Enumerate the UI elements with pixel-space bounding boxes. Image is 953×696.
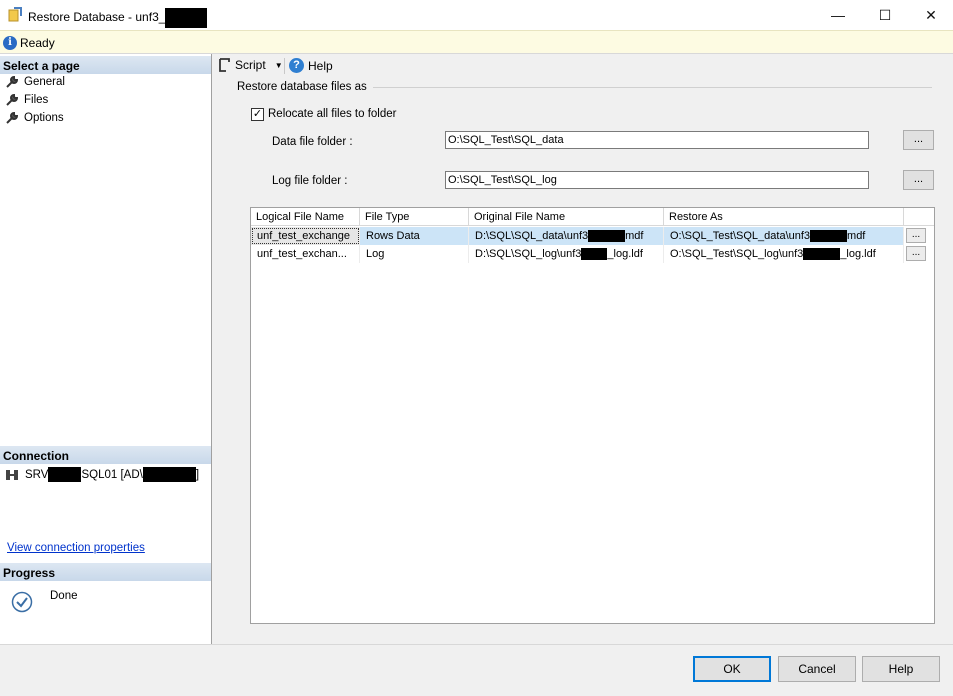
cancel-button[interactable]: Cancel: [778, 656, 856, 682]
wrench-icon: [6, 93, 19, 106]
data-folder-browse-button[interactable]: ...: [903, 130, 934, 150]
view-connection-properties-link[interactable]: View connection properties: [7, 542, 145, 554]
minimize-button[interactable]: —: [815, 0, 861, 30]
logical-name-cell[interactable]: unf_test_exchange: [251, 227, 360, 245]
restore-as-cell[interactable]: O:\SQL_Test\SQL_log\unf3 _log.ldf: [664, 245, 904, 263]
page-item-label: General: [24, 76, 65, 88]
toolbar-separator: [284, 58, 285, 74]
left-pane: Select a page General Files Options Conn…: [0, 54, 212, 644]
data-folder-input[interactable]: O:\SQL_Test\SQL_data: [445, 131, 869, 149]
redacted-block: [803, 248, 841, 261]
script-button[interactable]: Script ▼: [217, 58, 283, 72]
info-icon: i: [3, 36, 17, 50]
title-bar: Restore Database - unf3_ — ☐ ✕: [0, 0, 953, 30]
group-title: Restore database files as: [237, 81, 367, 93]
relocate-label: Relocate all files to folder: [268, 108, 397, 120]
connection-header: Connection: [0, 446, 211, 464]
help-button[interactable]: Help: [862, 656, 940, 682]
wrench-icon: [6, 111, 19, 124]
restore-as-browse-button[interactable]: ...: [906, 228, 926, 243]
redacted-block: [588, 230, 626, 243]
log-folder-browse-button[interactable]: ...: [903, 170, 934, 190]
column-header[interactable]: Original File Name: [469, 208, 664, 226]
page-item-options[interactable]: Options: [5, 110, 64, 126]
redacted-block: [142, 467, 196, 482]
files-grid[interactable]: Logical File Name File Type Original Fil…: [250, 207, 935, 624]
page-item-label: Files: [24, 94, 49, 106]
original-file-cell[interactable]: D:\SQL\SQL_data\unf3 mdf: [469, 227, 664, 245]
connection-info: SRV SQL01 [AD\]: [5, 467, 199, 482]
restore-as-browse-button[interactable]: ...: [906, 246, 926, 261]
column-header[interactable]: Restore As: [664, 208, 904, 226]
original-file-cell[interactable]: D:\SQL\SQL_log\unf3 _log.ldf: [469, 245, 664, 263]
grid-header: Logical File Name File Type Original Fil…: [251, 208, 934, 226]
column-header[interactable]: File Type: [360, 208, 469, 226]
page-item-label: Options: [24, 112, 64, 124]
select-page-header: Select a page: [0, 56, 211, 74]
log-folder-label: Log file folder :: [272, 175, 348, 187]
status-text: Ready: [20, 36, 55, 50]
database-restore-icon: [8, 7, 22, 22]
table-row[interactable]: unf_test_exchan... Log D:\SQL\SQL_log\un…: [251, 245, 934, 263]
table-row[interactable]: unf_test_exchange Rows Data D:\SQL\SQL_d…: [251, 227, 934, 245]
page-item-general[interactable]: General: [5, 74, 65, 90]
script-icon: [219, 58, 230, 72]
progress-status: Done: [50, 590, 78, 602]
dropdown-arrow-icon[interactable]: ▼: [275, 61, 283, 70]
help-toolbar-button[interactable]: ? Help: [289, 58, 333, 73]
log-folder-input[interactable]: O:\SQL_Test\SQL_log: [445, 171, 869, 189]
relocate-checkbox[interactable]: ✓: [251, 108, 264, 121]
help-icon: ?: [289, 58, 304, 73]
maximize-button[interactable]: ☐: [862, 0, 908, 30]
checkmark-circle-icon: [11, 591, 33, 613]
file-type-cell[interactable]: Rows Data: [360, 227, 469, 245]
data-folder-label: Data file folder :: [272, 136, 353, 148]
file-type-cell[interactable]: Log: [360, 245, 469, 263]
window-title: Restore Database - unf3_: [28, 8, 208, 28]
connection-icon: [6, 469, 18, 480]
column-header[interactable]: Logical File Name: [251, 208, 360, 226]
status-bar: i Ready: [0, 30, 953, 54]
ok-button[interactable]: OK: [693, 656, 771, 682]
redacted-block: [581, 248, 608, 261]
progress-header: Progress: [0, 563, 211, 581]
page-item-files[interactable]: Files: [5, 92, 48, 108]
redacted-block: [48, 467, 82, 482]
restore-as-cell[interactable]: O:\SQL_Test\SQL_data\unf3 mdf: [664, 227, 904, 245]
group-divider: [373, 87, 932, 88]
close-button[interactable]: ✕: [908, 0, 953, 30]
toolbar: Script ▼ ? Help: [213, 54, 953, 78]
logical-name-cell[interactable]: unf_test_exchan...: [251, 245, 360, 263]
wrench-icon: [6, 75, 19, 88]
redacted-block: [165, 8, 208, 28]
redacted-block: [810, 230, 848, 243]
